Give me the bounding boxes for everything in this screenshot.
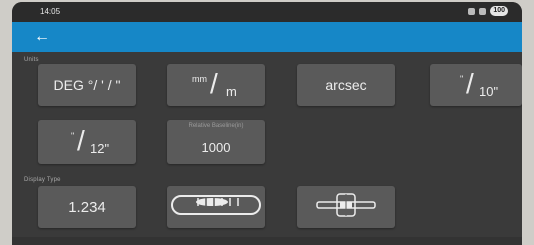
bullseye-icon <box>311 191 381 223</box>
inch-per-12in-fraction: " / 12" <box>57 125 117 159</box>
units-section-label: Units <box>24 57 39 63</box>
numeric-display-button[interactable]: 1.234 <box>38 186 136 228</box>
display-type-section-label: Display Type <box>24 177 61 183</box>
bottom-edge <box>12 237 522 245</box>
mm-per-m-fraction: mm / m <box>186 68 246 102</box>
arcsec-button[interactable]: arcsec <box>297 64 395 106</box>
inch-numerator: " <box>460 74 464 84</box>
deg-unit-button[interactable]: DEG °/ ' / " <box>38 64 136 106</box>
deg-unit-label: DEG °/ ' / " <box>53 77 121 93</box>
numeric-display-value: 1.234 <box>68 198 106 216</box>
wifi-icon <box>479 7 487 15</box>
inch-per-12in-button[interactable]: " / 12" <box>38 120 136 164</box>
tube-vial-display-button[interactable] <box>167 186 265 228</box>
mm-numerator: mm <box>192 74 207 84</box>
notification-icon <box>468 7 476 15</box>
relative-baseline-value: 1000 <box>201 140 231 155</box>
arcsec-label: arcsec <box>325 77 367 93</box>
status-icons: 100 <box>468 6 508 16</box>
fraction-slash: / <box>466 68 474 99</box>
status-bar: 14:05 100 <box>12 2 522 22</box>
device-screen: 14:05 100 ← Units DEG °/ ' / " mm / m ar… <box>12 2 522 245</box>
status-time: 14:05 <box>40 7 61 16</box>
bullseye-display-button[interactable] <box>297 186 395 228</box>
fraction-slash: / <box>210 68 218 99</box>
relative-baseline-label: Relative Baseline(in) <box>188 123 244 129</box>
fraction-slash: / <box>77 125 85 156</box>
relative-baseline-field[interactable]: Relative Baseline(in) 1000 <box>167 120 265 164</box>
tube-vial-icon <box>168 193 264 221</box>
10in-denominator: 10" <box>479 84 499 99</box>
m-denominator: m <box>226 84 237 99</box>
12in-denominator: 12" <box>90 141 110 156</box>
back-arrow-icon[interactable]: ← <box>34 27 50 47</box>
battery-icon: 100 <box>490 6 508 16</box>
inch-per-10in-button[interactable]: " / 10" <box>430 64 522 106</box>
inch-per-10in-fraction: " / 10" <box>446 68 506 102</box>
inch-numerator: " <box>71 131 75 141</box>
app-bar: ← <box>12 22 522 52</box>
mm-per-m-button[interactable]: mm / m <box>167 64 265 106</box>
